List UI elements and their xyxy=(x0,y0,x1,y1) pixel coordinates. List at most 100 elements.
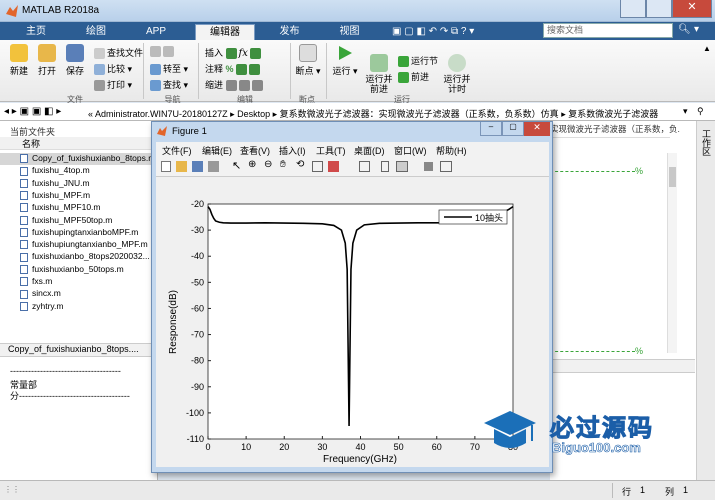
indent-button[interactable]: 缩进 xyxy=(205,78,265,92)
close-button[interactable]: ✕ xyxy=(672,0,712,18)
menu-edit[interactable]: 编辑(E) xyxy=(202,144,232,157)
y-axis-label: Response(dB) xyxy=(168,290,179,354)
menu-view[interactable]: 查看(V) xyxy=(240,144,270,157)
y-tick-label: -110 xyxy=(187,434,204,444)
tab-apps[interactable]: APP xyxy=(130,24,182,40)
legend-entry: 10抽头 xyxy=(475,212,503,223)
expand-icon[interactable]: ▾ xyxy=(694,24,699,35)
goto-button[interactable]: 转至 ▾ xyxy=(150,62,188,76)
tab-editor[interactable]: 编辑器 xyxy=(195,24,255,40)
search-input[interactable]: 搜索文档 xyxy=(543,23,673,38)
collapse-ribbon-icon[interactable]: ▲ xyxy=(703,44,711,53)
maximize-button[interactable]: ▢ xyxy=(502,122,524,136)
file-list-item[interactable]: fuxishuxianbo_8tops2020032... xyxy=(20,251,150,263)
brush-icon[interactable] xyxy=(328,161,339,172)
breadcrumb[interactable]: « Administrator.WIN7U-20180127Z ▸ Deskto… xyxy=(88,107,658,120)
row-label: 行 xyxy=(622,487,632,497)
col-label: 列 xyxy=(665,487,675,497)
figure-title: Figure 1 xyxy=(172,126,207,137)
open-button[interactable]: 打开 xyxy=(34,44,60,77)
indent-icon xyxy=(238,80,250,92)
file-list-item[interactable]: fuxishupiungtanxianbo_MPF.m xyxy=(20,239,148,251)
run-advance-button[interactable]: 运行并 前进 xyxy=(364,44,394,94)
link-plot-icon[interactable] xyxy=(359,161,370,172)
menu-insert[interactable]: 插入(I) xyxy=(279,144,306,157)
col-value: 1 xyxy=(683,485,689,495)
y-tick-label: -40 xyxy=(191,251,204,261)
print-icon[interactable] xyxy=(208,161,219,172)
file-list-item[interactable]: fxs.m xyxy=(20,276,52,288)
run-button[interactable]: 运行 ▾ xyxy=(332,44,358,77)
breakpoints-button[interactable]: 断点 ▾ xyxy=(295,44,321,77)
zoom-in-icon[interactable]: ⊕ xyxy=(248,159,256,170)
search-folder-icon[interactable]: ⚲ xyxy=(697,106,704,117)
advance-button[interactable]: 前进 xyxy=(398,70,429,84)
minimize-button[interactable] xyxy=(620,0,646,18)
print-button[interactable]: 打印 ▾ xyxy=(94,78,132,92)
hide-plot-tools-icon[interactable] xyxy=(424,162,433,171)
insert-icon xyxy=(225,48,237,60)
dropdown-icon[interactable]: ▾ xyxy=(683,106,688,117)
column-header[interactable]: 名称 xyxy=(0,137,157,150)
menu-tools[interactable]: 工具(T) xyxy=(316,144,346,157)
nav-arrows[interactable] xyxy=(150,46,176,58)
run-time-button[interactable]: 运行并 计时 xyxy=(442,44,472,94)
file-list-item[interactable]: Copy_of_fuxishuxianbo_8tops.m xyxy=(0,153,157,165)
file-name: fuxishu_4top.m xyxy=(32,165,90,176)
tab-view[interactable]: 视图 xyxy=(322,24,377,40)
m-file-icon xyxy=(20,203,28,213)
insert-button[interactable]: 插入 fx xyxy=(205,46,263,60)
find-files-button[interactable]: 查找文件 xyxy=(94,46,143,60)
new-button[interactable]: 新建 xyxy=(6,44,32,77)
pointer-icon[interactable]: ↖ xyxy=(232,159,241,172)
file-name: sincx.m xyxy=(32,288,61,299)
file-list-item[interactable]: fuxishuxianbo_50tops.m xyxy=(20,264,124,276)
colorbar-icon[interactable] xyxy=(381,161,389,172)
rotate-icon[interactable]: ⟲ xyxy=(296,159,304,170)
minimize-button[interactable]: – xyxy=(480,122,502,136)
command-window-header[interactable] xyxy=(550,359,695,373)
workspace-tab[interactable]: 工作区 xyxy=(700,129,713,156)
save-button[interactable]: 保存 xyxy=(62,44,88,77)
find-button[interactable]: 查找 ▾ xyxy=(150,78,188,92)
search-icon[interactable]: 🔍︎ xyxy=(678,24,691,35)
file-list-item[interactable]: fuxishu_4top.m xyxy=(20,165,90,177)
file-list-item[interactable]: zyhtry.m xyxy=(20,301,63,313)
menu-file[interactable]: 文件(F) xyxy=(162,144,192,157)
file-list-item[interactable]: fuxishu_MPF.m xyxy=(20,190,90,202)
file-list-item[interactable]: sincx.m xyxy=(20,288,61,300)
details-header[interactable]: Copy_of_fuxishuxianbo_8tops.... xyxy=(0,343,157,357)
figure-toolbar: ↖ ⊕ ⊖ ✋︎ ⟲ xyxy=(156,157,549,177)
y-tick-label: -90 xyxy=(191,382,204,392)
zoom-out-icon[interactable]: ⊖ xyxy=(264,159,272,170)
menu-desktop[interactable]: 桌面(D) xyxy=(354,144,385,157)
pan-icon[interactable]: ✋︎ xyxy=(280,159,286,170)
nav-buttons[interactable]: ◂ ▸ ▣ ▣ ◧ ▸ xyxy=(4,106,61,117)
menu-window[interactable]: 窗口(W) xyxy=(394,144,427,157)
tab-publish[interactable]: 发布 xyxy=(262,24,317,40)
run-section-button[interactable]: 运行节 xyxy=(398,54,438,68)
tab-plots[interactable]: 绘图 xyxy=(70,24,122,40)
quick-access-icons[interactable]: ▣ ▢ ◧ ↶ ↷ ⧉ ? ▾ xyxy=(392,26,474,37)
file-list-item[interactable]: fuxishupingtanxianboMPF.m xyxy=(20,227,138,239)
m-file-icon xyxy=(20,301,28,311)
save-icon[interactable] xyxy=(192,161,203,172)
legend[interactable]: 10抽头 xyxy=(438,209,508,225)
editor-scrollbar[interactable] xyxy=(667,153,677,353)
file-list-item[interactable]: fuxishu_JNU.m xyxy=(20,178,90,190)
editor-tab[interactable]: 实现微波光子滤波器（正系数，负... xyxy=(550,123,680,137)
maximize-button[interactable] xyxy=(646,0,672,18)
file-list-item[interactable]: fuxishu_MPF50top.m xyxy=(20,215,112,227)
compare-button[interactable]: 比较 ▾ xyxy=(94,62,132,76)
comment-button[interactable]: 注释 % xyxy=(205,62,262,76)
data-cursor-icon[interactable] xyxy=(312,161,323,172)
new-figure-icon[interactable] xyxy=(161,161,171,172)
legend-icon[interactable] xyxy=(396,161,408,172)
close-button[interactable]: ✕ xyxy=(524,122,550,136)
menu-help[interactable]: 帮助(H) xyxy=(436,144,467,157)
new-file-icon xyxy=(10,44,28,62)
open-icon[interactable] xyxy=(176,161,187,172)
file-list-item[interactable]: fuxishu_MPF10.m xyxy=(20,202,101,214)
tab-home[interactable]: 主页 xyxy=(10,24,62,40)
show-plot-tools-icon[interactable] xyxy=(440,161,452,172)
